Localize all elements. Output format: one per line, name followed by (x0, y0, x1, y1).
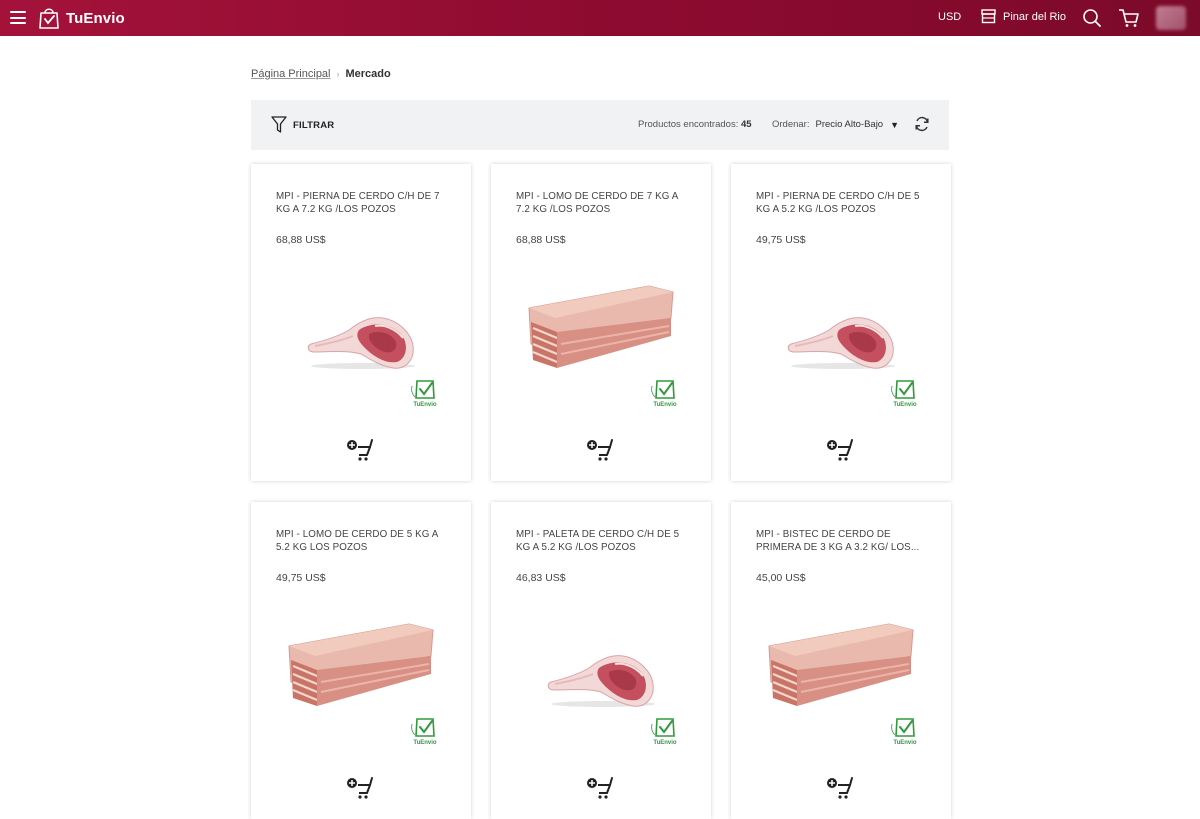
breadcrumb-home-link[interactable]: Página Principal (251, 68, 331, 80)
product-title[interactable]: MPI - BISTEC DE CERDO DE PRIMERA DE 3 KG… (756, 528, 926, 554)
tuenvio-badge-icon: TuEnvio (411, 718, 437, 746)
tuenvio-badge-icon: TuEnvio (651, 380, 677, 408)
product-price: 49,75 US$ (756, 234, 806, 246)
refresh-icon[interactable] (914, 116, 930, 132)
product-title[interactable]: MPI - PIERNA DE CERDO C/H DE 5 KG A 5.2 … (756, 190, 926, 216)
search-icon[interactable] (1082, 8, 1102, 28)
cart-icon[interactable] (1118, 8, 1140, 28)
badge-text: TuEnvio (893, 740, 917, 746)
sort-label: Ordenar: (772, 119, 810, 130)
store-icon (981, 9, 996, 24)
badge-text: TuEnvio (653, 402, 677, 408)
currency-selector[interactable]: USD (938, 11, 961, 23)
product-image[interactable] (281, 280, 441, 380)
brand-name: TuEnvio (66, 9, 125, 27)
filter-label: FILTRAR (293, 119, 335, 131)
add-to-cart-icon[interactable] (826, 775, 854, 801)
product-card[interactable]: MPI - LOMO DE CERDO DE 5 KG A 5.2 KG LOS… (251, 502, 471, 819)
store-selector[interactable]: Pinar del Rio (980, 8, 1066, 25)
tuenvio-badge-icon: TuEnvio (651, 718, 677, 746)
badge-text: TuEnvio (413, 740, 437, 746)
product-card[interactable]: MPI - PIERNA DE CERDO C/H DE 7 KG A 7.2 … (251, 164, 471, 481)
tuenvio-badge-icon: TuEnvio (891, 718, 917, 746)
product-price: 68,88 US$ (276, 234, 326, 246)
filter-button[interactable]: FILTRAR (271, 116, 334, 134)
tuenvio-badge-icon: TuEnvio (411, 380, 437, 408)
product-card[interactable]: MPI - PIERNA DE CERDO C/H DE 5 KG A 5.2 … (731, 164, 951, 481)
user-avatar[interactable] (1156, 6, 1186, 30)
products-found: Productos encontrados: 45 (638, 119, 752, 130)
store-name: Pinar del Rio (1003, 10, 1066, 23)
product-card[interactable]: MPI - BISTEC DE CERDO DE PRIMERA DE 3 KG… (731, 502, 951, 819)
product-price: 68,88 US$ (516, 234, 566, 246)
product-title[interactable]: MPI - LOMO DE CERDO DE 7 KG A 7.2 KG /LO… (516, 190, 686, 216)
breadcrumb-separator: › (336, 69, 340, 79)
products-found-count: 45 (740, 119, 752, 130)
menu-icon[interactable] (10, 11, 26, 24)
shopping-bag-icon (39, 8, 59, 29)
add-to-cart-icon[interactable] (586, 437, 614, 463)
products-found-label: Productos encontrados: (638, 119, 739, 130)
sort-value: Precio Alto-Bajo (815, 119, 884, 130)
product-image[interactable] (521, 618, 681, 718)
product-price: 46,83 US$ (516, 572, 566, 584)
product-title[interactable]: MPI - PALETA DE CERDO C/H DE 5 KG A 5.2 … (516, 528, 686, 554)
results-toolbar: FILTRAR Productos encontrados: 45 Ordena… (251, 100, 949, 150)
product-card[interactable]: MPI - PALETA DE CERDO C/H DE 5 KG A 5.2 … (491, 502, 711, 819)
caret-down-icon: ▼ (890, 119, 900, 130)
add-to-cart-icon[interactable] (586, 775, 614, 801)
add-to-cart-icon[interactable] (346, 437, 374, 463)
badge-text: TuEnvio (893, 402, 917, 408)
product-card[interactable]: MPI - LOMO DE CERDO DE 7 KG A 7.2 KG /LO… (491, 164, 711, 481)
brand-logo[interactable]: TuEnvio (38, 5, 125, 31)
product-title[interactable]: MPI - PIERNA DE CERDO C/H DE 7 KG A 7.2 … (276, 190, 446, 216)
product-image[interactable] (761, 618, 921, 718)
product-image[interactable] (761, 280, 921, 380)
product-title[interactable]: MPI - LOMO DE CERDO DE 5 KG A 5.2 KG LOS… (276, 528, 446, 554)
sort-select[interactable]: Ordenar: Precio Alto-Bajo ▼ (772, 119, 899, 130)
product-image[interactable] (281, 618, 441, 718)
breadcrumb-current: Mercado (345, 68, 391, 80)
tuenvio-badge-icon: TuEnvio (891, 380, 917, 408)
badge-text: TuEnvio (653, 740, 677, 746)
top-navbar: TuEnvio USD Pinar del Rio (0, 0, 1200, 36)
badge-text: TuEnvio (413, 402, 437, 408)
breadcrumb: Página Principal › Mercado (251, 68, 391, 80)
filter-icon (271, 116, 287, 133)
add-to-cart-icon[interactable] (346, 775, 374, 801)
product-image[interactable] (521, 280, 681, 380)
product-price: 49,75 US$ (276, 572, 326, 584)
add-to-cart-icon[interactable] (826, 437, 854, 463)
product-price: 45,00 US$ (756, 572, 806, 584)
